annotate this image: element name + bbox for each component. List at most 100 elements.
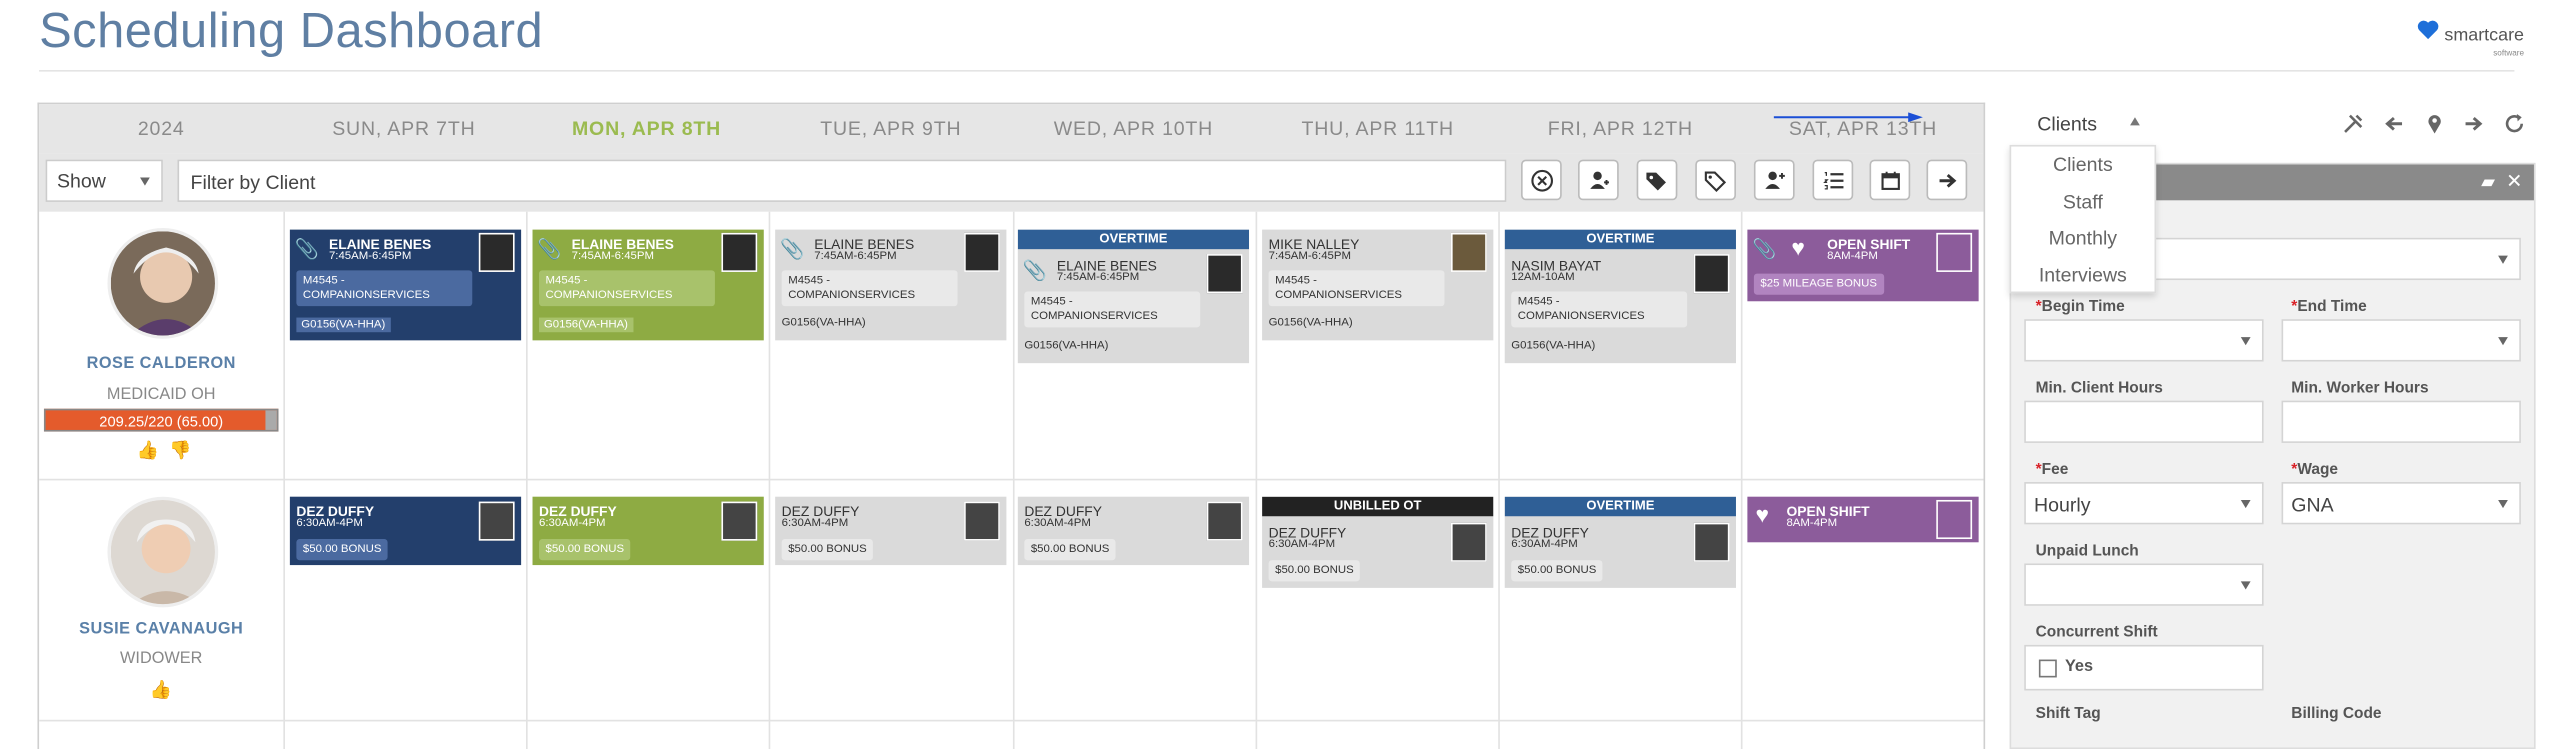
min-worker-hours-input[interactable] [2281, 400, 2521, 443]
paperclip-icon: 📎 [1752, 237, 1777, 261]
chevron-up-icon[interactable] [2130, 117, 2140, 126]
title-divider [39, 70, 2515, 72]
scheduler-grid: 2024 SUN, APR 7TH MON, APR 8TH TUE, APR … [37, 102, 1986, 749]
shift-card[interactable]: ELAINE BENES 7:45AM-6:45PM 📎 M4545 - COM… [532, 229, 764, 341]
day-header-sun[interactable]: SUN, APR 7TH [332, 117, 475, 140]
add-staff-button[interactable] [1753, 159, 1795, 201]
list-button[interactable] [1812, 159, 1854, 201]
view-dropdown-menu: Clients Staff Monthly Interviews [2009, 144, 2157, 294]
wage-label: *Wage [2291, 460, 2339, 479]
open-shift-card[interactable]: ♥ OPEN SHIFT 8AM-4PM [1747, 496, 1979, 543]
chevron-down-icon [2498, 255, 2508, 264]
day-header-tue[interactable]: TUE, APR 9TH [820, 117, 961, 140]
client-name[interactable]: SUSIE CAVANAUGH [39, 620, 283, 638]
logo-wordmark: smartcare [2444, 26, 2525, 46]
shift-card[interactable]: DEZ DUFFY 6:30AM-4PM $50.00 BONUS [289, 496, 522, 566]
shift-card[interactable]: ELAINE BENES 7:45AM-6:45PM 📎 M4545 - COM… [289, 229, 522, 341]
annotation-arrow-icon [1773, 112, 1923, 123]
menu-item-monthly[interactable]: Monthly [2011, 220, 2154, 257]
wage-value: GNA [2291, 493, 2334, 517]
client-row-susie: SUSIE CAVANAUGH WIDOWER 👍 [39, 480, 283, 719]
end-time-select[interactable] [2281, 319, 2521, 362]
staff-photo [1450, 232, 1487, 272]
unpaid-lunch-select[interactable] [2024, 563, 2264, 606]
client-photo-rose [110, 231, 215, 336]
thumbs-down-icon[interactable]: 👎 [169, 440, 191, 461]
show-select[interactable]: Show [45, 159, 163, 202]
row-divider [39, 719, 1984, 722]
refresh-icon[interactable] [2503, 112, 2526, 135]
arrow-right-icon[interactable] [2462, 112, 2485, 135]
wage-select[interactable]: GNA [2281, 482, 2521, 525]
day-header-mon[interactable]: MON, APR 8TH [572, 117, 721, 140]
client-name[interactable]: ROSE CALDERON [39, 355, 283, 373]
shift-time: 7:45AM-6:45PM [571, 250, 654, 263]
assign-staff-button[interactable] [1578, 159, 1619, 201]
map-pin-icon[interactable] [2423, 112, 2446, 135]
day-header-fri[interactable]: FRI, APR 12TH [1548, 117, 1693, 140]
row-divider [39, 478, 1984, 481]
scheduler-toolbar: Show Filter by Client [39, 153, 1984, 212]
bonus-tag: $50.00 BONUS [1268, 560, 1361, 582]
day-header-thu[interactable]: THU, APR 11TH [1301, 117, 1453, 140]
assign-user-icon[interactable] [1936, 499, 1973, 540]
shift-card[interactable]: MIKE NALLEY 7:45AM-6:45PM M4545 - COMPAN… [1262, 229, 1494, 341]
smartcare-logo: smartcare software [2417, 20, 2524, 59]
view-selector[interactable]: Clients [2037, 112, 2097, 135]
bonus-tag: $50.00 BONUS [1511, 560, 1603, 582]
end-time-label: *End Time [2291, 298, 2367, 316]
year-label: 2024 [137, 117, 185, 141]
menu-item-clients[interactable]: Clients [2011, 147, 2154, 184]
assign-user-icon[interactable] [1936, 232, 1973, 272]
paperclip-icon: 📎 [294, 237, 320, 261]
menu-item-interviews[interactable]: Interviews [2011, 256, 2154, 293]
fee-select[interactable]: Hourly [2024, 482, 2264, 525]
calendar-icon [1880, 170, 1900, 190]
shift-card[interactable]: DEZ DUFFY 6:30AM-4PM $50.00 BONUS [532, 496, 764, 566]
shift-card[interactable]: DEZ DUFFY 6:30AM-4PM $50.00 BONUS [1017, 496, 1250, 566]
staff-photo [1206, 254, 1243, 294]
mileage-bonus-tag: $25 MILEAGE BONUS [1753, 273, 1884, 295]
open-shift-card[interactable]: 📎 ♥ OPEN SHIFT 8AM-4PM $25 MILEAGE BONUS [1747, 229, 1979, 302]
billing-code: G0156(VA-HHA) [1024, 340, 1109, 352]
chevron-down-icon [2240, 581, 2251, 590]
staff-photo [478, 232, 515, 272]
bonus-tags-button[interactable] [1695, 159, 1736, 201]
staff-photo [964, 501, 1000, 541]
min-client-hours-label: Min. Client Hours [2035, 379, 2163, 398]
concurrent-shift-field: Yes [2024, 644, 2264, 691]
collapse-icon[interactable]: ✕ [2506, 169, 2522, 192]
bonus-tag: $50.00 BONUS [781, 539, 874, 561]
shift-card[interactable]: OVERTIME NASIM BAYAT 12AM-10AM M4545 - C… [1504, 229, 1736, 364]
thumbs-up-icon[interactable]: 👍 [150, 679, 172, 701]
shift-card[interactable]: DEZ DUFFY 6:30AM-4PM $50.00 BONUS [775, 496, 1007, 566]
staff-photo [1450, 522, 1487, 562]
staff-photo [1693, 254, 1730, 294]
avatar[interactable] [107, 227, 219, 339]
paperclip-icon: 📎 [1022, 258, 1048, 282]
menu-item-staff[interactable]: Staff [2011, 183, 2154, 220]
tools-icon[interactable] [2342, 112, 2365, 135]
next-button[interactable] [1926, 159, 1968, 201]
min-client-hours-input[interactable] [2024, 400, 2264, 443]
client-filter-input[interactable]: Filter by Client [177, 159, 1507, 202]
begin-time-select[interactable] [2024, 319, 2264, 362]
shift-card[interactable]: ELAINE BENES 7:45AM-6:45PM 📎 M4545 - COM… [775, 229, 1007, 341]
shift-card[interactable]: OVERTIME DEZ DUFFY 6:30AM-4PM $50.00 BON… [1504, 496, 1736, 588]
shift-card[interactable]: OVERTIME ELAINE BENES 7:45AM-6:45PM 📎 M4… [1017, 229, 1250, 364]
thumbs-up-icon[interactable]: 👍 [137, 440, 159, 461]
folder-icon[interactable]: ▰ [2481, 171, 2495, 193]
paperclip-icon: 📎 [537, 237, 562, 261]
view-selector-value: Clients [2037, 112, 2097, 136]
min-worker-hours-label: Min. Worker Hours [2291, 379, 2429, 398]
day-header-wed[interactable]: WED, APR 10TH [1054, 117, 1213, 140]
bonus-tag: $50.00 BONUS [539, 539, 631, 561]
service-tag: M4545 - COMPANIONSERVICES [1268, 270, 1445, 307]
calendar-button[interactable] [1869, 159, 1911, 201]
shift-card[interactable]: UNBILLED OT DEZ DUFFY 6:30AM-4PM $50.00 … [1262, 496, 1494, 588]
arrow-left-icon[interactable] [2382, 112, 2405, 135]
concurrent-shift-checkbox[interactable] [2038, 659, 2057, 678]
tags-button[interactable] [1636, 159, 1678, 201]
avatar[interactable] [107, 496, 219, 608]
clear-filter-button[interactable] [1521, 159, 1562, 201]
